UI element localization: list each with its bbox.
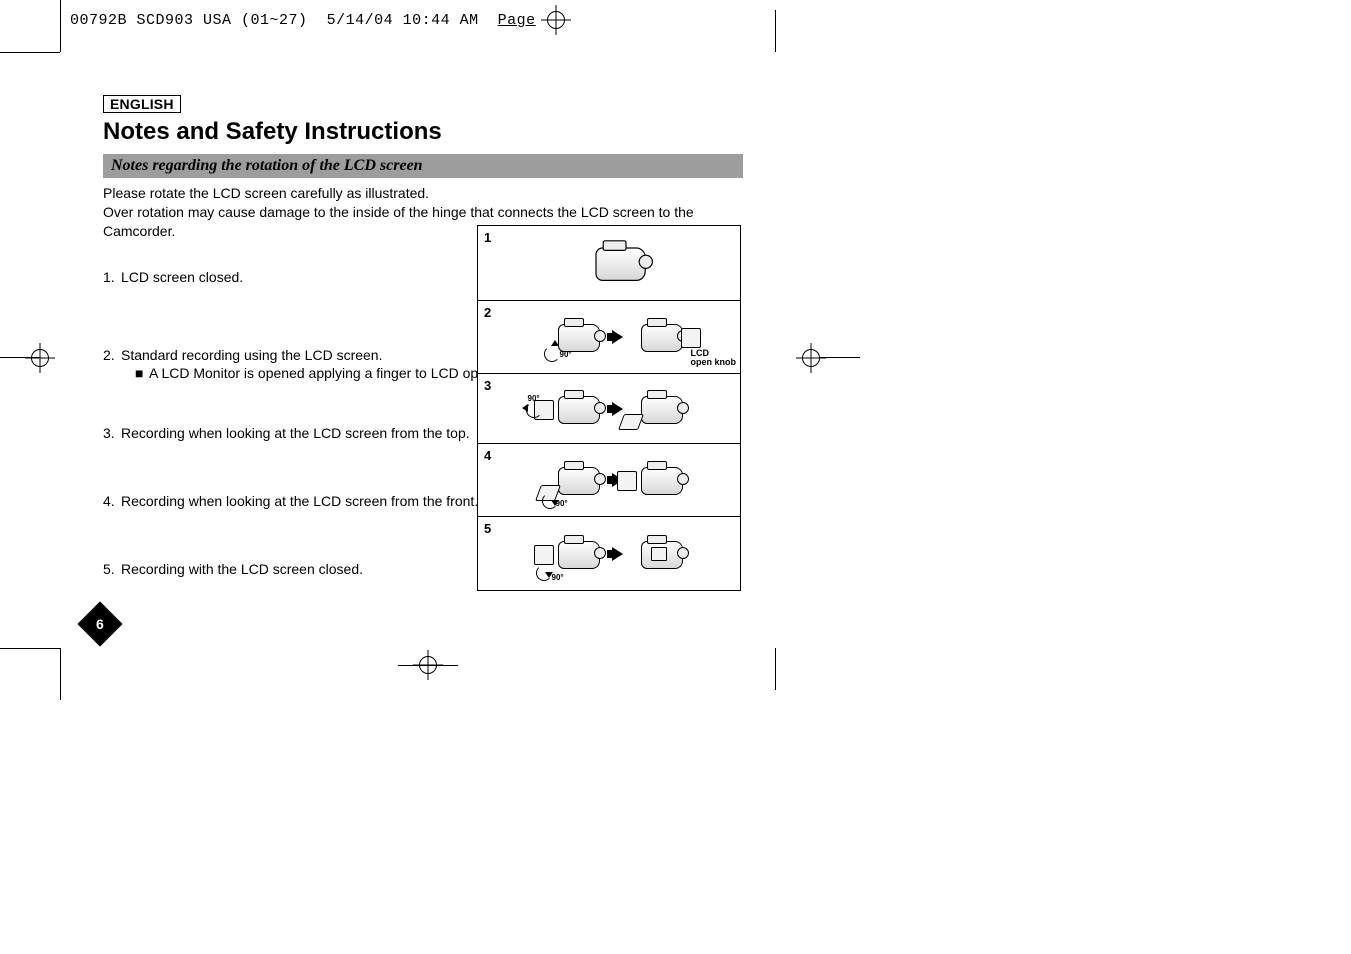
print-page: 00792B SCD903 USA (01~27) 5/14/04 10:44 … — [0, 0, 1351, 954]
figure-panel: 1 2 90° — [477, 225, 741, 591]
figure-row-number: 3 — [484, 378, 491, 393]
crop-mark — [0, 648, 60, 649]
page-title: Notes and Safety Instructions — [103, 118, 743, 146]
arrow-right-icon — [612, 330, 623, 344]
item-number: 4. — [103, 493, 121, 509]
camcorder-icon — [633, 463, 685, 497]
item-number: 3. — [103, 425, 121, 441]
item-number: 1. — [103, 269, 121, 285]
item-text: Standard recording using the LCD screen.… — [121, 347, 532, 381]
angle-label: 90° — [560, 350, 572, 359]
fold-mark — [775, 648, 776, 690]
crop-mark — [60, 0, 61, 52]
registration-mark-icon — [25, 343, 55, 373]
item-number: 5. — [103, 561, 121, 577]
figure-row: 2 90° LCD open knob — [478, 301, 740, 374]
figure-row: 3 90° — [478, 374, 740, 444]
sub-text: A LCD Monitor is opened applying a finge… — [149, 365, 532, 381]
angle-label: 90° — [556, 499, 568, 508]
slug-page-word: Page — [498, 12, 536, 29]
arrow-right-icon — [612, 547, 623, 561]
item-text: Recording with the LCD screen closed. — [121, 561, 363, 577]
camcorder-icon — [633, 392, 685, 426]
figure-row: 1 — [478, 226, 740, 301]
page-number: 6 — [96, 616, 104, 632]
slug-line: 00792B SCD903 USA (01~27) 5/14/04 10:44 … — [70, 12, 567, 29]
camcorder-icon — [633, 537, 685, 571]
language-label: ENGLISH — [103, 95, 181, 113]
item-text: LCD screen closed. — [121, 269, 243, 285]
camcorder-icon — [633, 320, 685, 354]
item-text: Recording when looking at the LCD screen… — [121, 425, 470, 441]
crop-mark — [820, 357, 860, 358]
figure-row-number: 4 — [484, 448, 491, 463]
item-text: Recording when looking at the LCD screen… — [121, 493, 478, 509]
camcorder-icon: 90° — [550, 392, 602, 426]
sub-item: ■ A LCD Monitor is opened applying a fin… — [121, 365, 532, 381]
slug-date: 5/14/04 — [327, 12, 394, 29]
registration-mark-icon — [796, 343, 826, 373]
section-heading: Notes regarding the rotation of the LCD … — [103, 154, 743, 178]
camcorder-icon: 90° — [550, 537, 602, 571]
arrow-right-icon — [612, 402, 623, 416]
crop-mark — [398, 665, 458, 666]
camcorder-icon — [586, 243, 648, 284]
lcd-open-knob-label: LCD open knob — [691, 349, 737, 367]
figure-row-number: 2 — [484, 305, 491, 320]
crop-mark — [0, 52, 60, 53]
fold-mark — [775, 10, 776, 52]
figure-row-number: 5 — [484, 521, 491, 536]
slug-file: 00792B SCD903 USA (01~27) — [70, 12, 308, 29]
crop-mark — [60, 648, 61, 700]
item-main-text: Standard recording using the LCD screen. — [121, 347, 382, 363]
figure-row: 5 90° — [478, 517, 740, 590]
camcorder-icon: 90° — [550, 320, 602, 354]
page-number-badge: 6 — [77, 601, 122, 646]
camcorder-icon: 90° — [550, 463, 602, 497]
lead-line: Please rotate the LCD screen carefully a… — [103, 184, 743, 203]
figure-row: 4 90° — [478, 444, 740, 517]
registration-mark-icon — [541, 5, 571, 35]
figure-row-number: 1 — [484, 230, 491, 245]
item-number: 2. — [103, 347, 121, 381]
slug-time: 10:44 AM — [403, 12, 479, 29]
angle-label: 90° — [552, 573, 564, 582]
bullet-icon: ■ — [135, 365, 149, 381]
